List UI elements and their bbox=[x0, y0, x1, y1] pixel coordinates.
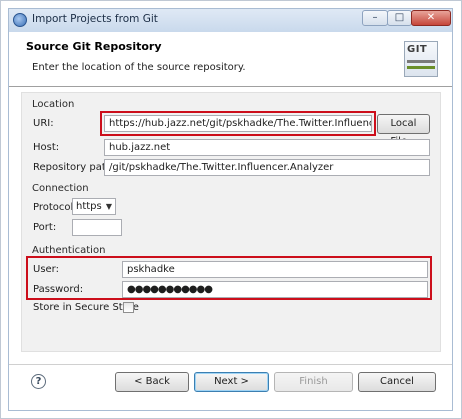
user-label: User: bbox=[33, 264, 59, 275]
protocol-select[interactable]: https ▼ bbox=[72, 198, 116, 215]
repository-path-input[interactable]: /git/pskhadke/The.Twitter.Influencer.Ana… bbox=[104, 159, 430, 176]
finish-button[interactable]: Finish bbox=[274, 372, 353, 392]
page-title: Source Git Repository bbox=[26, 40, 162, 53]
host-label: Host: bbox=[33, 142, 60, 153]
user-input[interactable]: pskhadke bbox=[122, 261, 428, 278]
local-file-button[interactable]: Local File... bbox=[377, 114, 430, 147]
eclipse-app-icon bbox=[13, 13, 27, 27]
authentication-group-label: Authentication bbox=[32, 245, 106, 256]
help-icon[interactable]: ? bbox=[31, 374, 46, 389]
port-input[interactable] bbox=[72, 219, 122, 236]
password-input[interactable]: ●●●●●●●●●●● bbox=[122, 281, 428, 298]
footer-separator bbox=[9, 364, 452, 365]
header-separator bbox=[9, 86, 452, 88]
next-button[interactable]: Next > bbox=[194, 372, 269, 392]
protocol-value: https bbox=[76, 201, 102, 212]
connection-group-label: Connection bbox=[32, 183, 89, 194]
host-input[interactable]: hub.jazz.net bbox=[104, 139, 430, 156]
password-label: Password: bbox=[33, 284, 84, 295]
protocol-label: Protocol: bbox=[33, 202, 77, 213]
back-button[interactable]: < Back bbox=[115, 372, 189, 392]
uri-highlight bbox=[100, 111, 376, 136]
uri-label: URI: bbox=[33, 118, 54, 129]
page-description: Enter the location of the source reposit… bbox=[32, 62, 246, 73]
cancel-button[interactable]: Cancel bbox=[358, 372, 436, 392]
git-logo-stripe-green bbox=[407, 66, 435, 69]
git-logo-stripe bbox=[407, 60, 435, 63]
window-title: Import Projects from Git bbox=[32, 13, 158, 25]
close-button[interactable]: ✕ bbox=[411, 10, 451, 26]
location-group-label: Location bbox=[32, 99, 75, 110]
git-logo-text: GIT bbox=[407, 44, 428, 55]
maximize-button[interactable]: □ bbox=[387, 10, 412, 26]
port-label: Port: bbox=[33, 222, 57, 233]
minimize-button[interactable]: – bbox=[362, 10, 388, 26]
dropdown-arrow-icon: ▼ bbox=[105, 202, 112, 211]
store-secure-checkbox[interactable] bbox=[123, 302, 134, 313]
